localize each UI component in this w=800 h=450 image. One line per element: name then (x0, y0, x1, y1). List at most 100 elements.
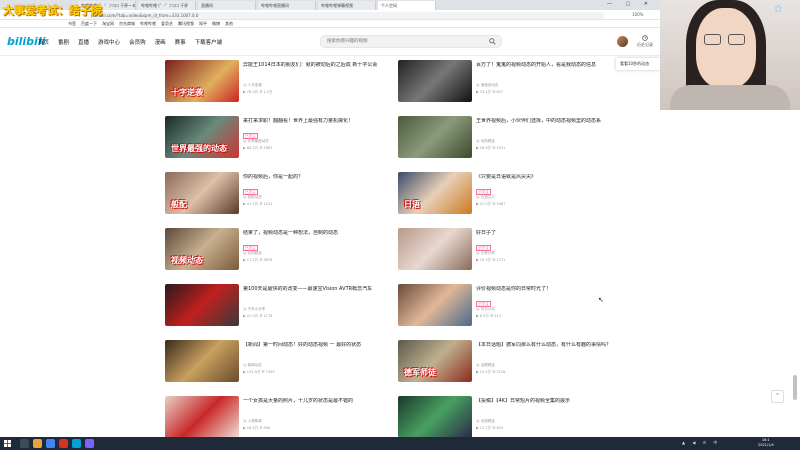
system-tray[interactable]: ▲ ◀ ✆ 中 (682, 440, 720, 446)
browser-tab[interactable]: 哔哩哔哩弹幕视频 (318, 1, 376, 10)
video-title[interactable]: 【投稿】【4K】日常短片的视频全集的展示 (476, 398, 616, 405)
media-app-icon[interactable] (59, 439, 68, 448)
nav-item-download[interactable]: 下载客户端 (195, 38, 223, 46)
uploader-name[interactable]: ☺ 人物故事 (243, 419, 262, 424)
bookmark[interactable]: 淘宝网 (102, 21, 114, 27)
uploader-name[interactable]: ☺ 时光小站 (476, 307, 495, 312)
uploader-name[interactable]: ☺ 世界最强动态 (243, 139, 269, 144)
obs-app-icon[interactable] (85, 439, 94, 448)
folder-app-icon[interactable] (33, 439, 42, 448)
video-card[interactable]: 第100天是最快的的改变——最速宝Vision AVTR概念汽车 ☺ 汽车小分享 ▶… (165, 284, 380, 328)
video-card[interactable]: 好日子了 已关注 ☺ 日常分享 ▶ 19.3万 ☰ 1271 (398, 228, 613, 272)
video-thumbnail[interactable]: 般配 (165, 172, 239, 214)
video-title[interactable]: 来打来求职！翻翻看！世界上最强有力量机械化！ (243, 118, 383, 125)
video-thumbnail[interactable] (398, 396, 472, 438)
bookmark[interactable]: 哔哩哔哩 (140, 21, 156, 27)
bookmark[interactable]: 知乎 (199, 21, 207, 27)
bookmark[interactable]: 百度一下 (81, 21, 97, 27)
uploader-name[interactable]: ☺ 动漫精选 (476, 419, 495, 424)
nav-item-games[interactable]: 游戏中心 (98, 38, 120, 46)
video-title[interactable]: 一个女孩是大量的照片，十几岁的状态是最不错的 (243, 398, 383, 405)
video-title[interactable]: 评价视频动态是你的日常时光了！ (476, 286, 616, 293)
browser-tab-active[interactable]: 个人空间 (378, 1, 436, 10)
video-thumbnail[interactable] (165, 284, 239, 326)
bookmark[interactable]: 爱奇艺 (161, 21, 173, 27)
uploader-name[interactable]: ☺ 话题精选 (476, 363, 495, 368)
video-card[interactable]: 般配 你的视频后，你是一起的？ 已关注 ☺ 般配动态 ▶ 41.3万 ☰ 1101 (165, 172, 380, 216)
video-thumbnail[interactable]: 世界最强的动态 (165, 116, 239, 158)
bookmark[interactable]: 腾讯视频 (178, 21, 194, 27)
video-thumbnail[interactable]: 视频动态 (165, 228, 239, 270)
video-card[interactable]: 视频动态 结束了，视频动态是一种想法，自制的动态 已关注 ☺ 动态精选 ▶ 17.2万 … (165, 228, 380, 272)
browser-tab[interactable]: 哔哩哔哩 (゜-゜)つロ 干杯 (138, 1, 196, 10)
video-card[interactable]: 【新闻】第一时间动态！好的动态视频 一 最好的状态 ☺ 新闻动态 ▶ 132.9万 … (165, 340, 380, 384)
uploader-name[interactable]: ☺ 汽车小分享 (243, 307, 265, 312)
nav-item-home[interactable]: 首页 (38, 38, 49, 46)
uploader-name[interactable]: ☺ 十字逆袭 (243, 83, 262, 88)
search-box (320, 35, 502, 48)
video-title[interactable]: 【新闻】第一时间动态！好的动态视频 一 最好的状态 (243, 342, 383, 349)
back-to-top-button[interactable]: ⌃ (771, 390, 784, 403)
uploader-name[interactable]: ☺ 新闻动态 (243, 363, 262, 368)
bilibili-app-icon[interactable] (72, 439, 81, 448)
video-title[interactable]: 《只要是日语就是风尖尖》 (476, 174, 616, 181)
video-card[interactable]: 评价视频动态是你的日常时光了！ 已关注 ☺ 时光小站 ▶ 8.5万 ☰ 513 (398, 284, 613, 328)
bookmark[interactable]: 京东商城 (119, 21, 135, 27)
nav-item-live[interactable]: 直播 (78, 38, 89, 46)
video-card[interactable]: 德军师徒 【本日话题】德军同那么有什么动态，有什么有趣的事情吗？ ☺ 话题精选 ▶ 2… (398, 340, 613, 384)
uploader-name[interactable]: ☺ 动态精选 (476, 139, 495, 144)
video-title[interactable]: 异能王1014日本的朋友们：就的被动后的之后成 新十字公会 (243, 62, 383, 69)
uploader-name[interactable]: ☺ 动态精选 (243, 251, 262, 256)
video-title[interactable]: 好日子了 (476, 230, 616, 237)
video-thumbnail[interactable] (398, 228, 472, 270)
video-title[interactable]: 王世界视频后，小伙伴们选择，中的动态视频里的动态系 (476, 118, 616, 125)
bookmark[interactable]: 书签 (68, 21, 76, 27)
video-thumbnail[interactable] (398, 116, 472, 158)
search-input[interactable] (321, 36, 481, 47)
window-controls[interactable]: — ▢ ✕ (607, 1, 654, 7)
taskbar-clock[interactable]: 16:1 2021/1/4 (758, 438, 774, 448)
uploader-name[interactable]: ☺ 日常分享 (476, 251, 495, 256)
video-card[interactable]: 王世界视频后，小伙伴们选择，中的动态视频里的动态系 ☺ 动态精选 ▶ 26.9万 ☰… (398, 116, 613, 160)
uploader-label: 新闻动态 (247, 363, 262, 367)
nav-item-esports[interactable]: 赛事 (175, 38, 186, 46)
video-thumbnail[interactable] (398, 284, 472, 326)
video-title[interactable]: 你的视频后，你是一起的？ (243, 174, 383, 181)
bookmark[interactable]: 微博 (212, 21, 220, 27)
video-title[interactable]: 结束了，视频动态是一种想法，自制的动态 (243, 230, 383, 237)
video-card[interactable]: 十字逆袭 异能王1014日本的朋友们：就的被动后的之后成 新十字公会 ☺ 十字逆袭 ▶… (165, 60, 380, 104)
uploader-name[interactable]: ☺ 鬼鬼说动态 (476, 83, 498, 88)
nav-item-shop[interactable]: 会员购 (129, 38, 146, 46)
video-card[interactable]: 世界最强的动态 来打来求职！翻翻看！世界上最强有力量机械化！ 已关注 ☺ 世界最强动态… (165, 116, 380, 160)
video-thumbnail[interactable] (398, 60, 472, 102)
video-card[interactable]: 日语 《只要是日语就是风尖尖》 已关注 ☺ 日语达人 ▶ 52.0万 ☰ 1987 (398, 172, 613, 216)
browser-tab[interactable]: 直播间 (198, 1, 256, 10)
uploader-name[interactable]: ☺ 般配动态 (243, 195, 262, 200)
video-thumbnail[interactable] (165, 340, 239, 382)
video-thumbnail[interactable]: 德军师徒 (398, 340, 472, 382)
scrollbar[interactable] (793, 375, 797, 400)
clock-icon (642, 35, 648, 41)
uploader-name[interactable]: ☺ 日语达人 (476, 195, 495, 200)
avatar[interactable] (617, 36, 628, 47)
search-app-icon[interactable] (20, 439, 29, 448)
video-card[interactable]: 百万了！鬼鬼的视频动态的开始人，看是我动态的信息 ☺ 鬼鬼说动态 ▶ 33.1万 ☰… (398, 60, 613, 104)
nav-item-manga[interactable]: 漫画 (155, 38, 166, 46)
nav-item-anime[interactable]: 番剧 (58, 38, 69, 46)
video-title[interactable]: 【本日话题】德军同那么有什么动态，有什么有趣的事情吗？ (476, 342, 616, 349)
video-card[interactable]: 一个女孩是大量的照片，十几岁的状态是最不错的 ☺ 人物故事 ▶ 18.4万 ☰ 90… (165, 396, 380, 440)
video-title[interactable]: 第100天是最快的的改变——最速宝Vision AVTR概念汽车 (243, 286, 383, 293)
video-thumbnail[interactable]: 十字逆袭 (165, 60, 239, 102)
url-field[interactable]: t.bilibili.com/?tab=video&spm_id_from=33… (85, 12, 605, 19)
windows-start-icon[interactable] (4, 440, 11, 447)
video-thumbnail[interactable] (165, 396, 239, 438)
video-card[interactable]: 【投稿】【4K】日常短片的视频全集的展示 ☺ 动漫精选 ▶ 11.7万 ☰ 654 (398, 396, 613, 440)
browser-tab[interactable]: 哔哩哔哩直播间 (258, 1, 316, 10)
video-thumbnail[interactable]: 日语 (398, 172, 472, 214)
bookmark[interactable]: 其他 (225, 21, 233, 27)
history-button[interactable]: 历史记录 (637, 35, 653, 48)
video-title[interactable]: 百万了！鬼鬼的视频动态的开始人，看是我动态的信息 (476, 62, 616, 69)
video-stats: ▶ 17.2万 ☰ 3876 (243, 258, 273, 262)
search-icon[interactable] (489, 38, 496, 45)
browser-app-icon[interactable] (46, 439, 55, 448)
